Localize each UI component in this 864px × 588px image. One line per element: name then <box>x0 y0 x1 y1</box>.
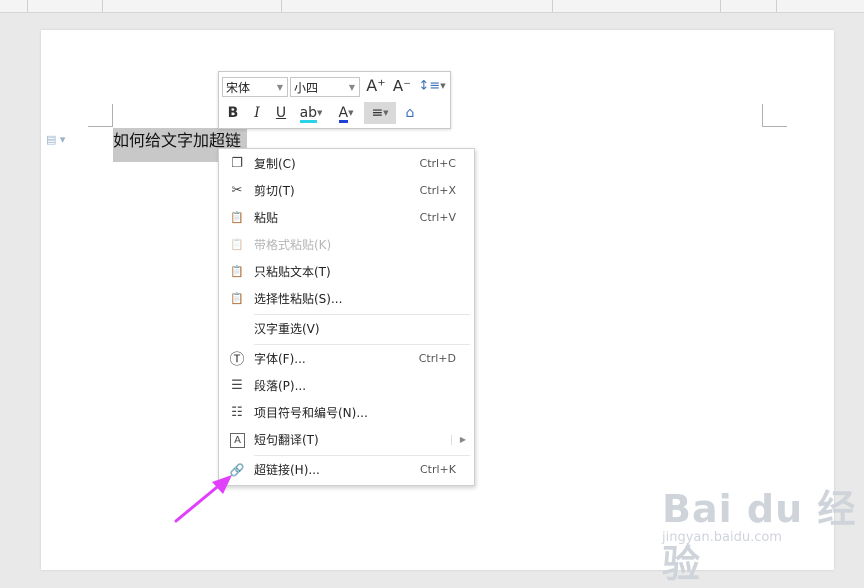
menu-item-paste-text-only[interactable]: 📋 只粘贴文本(T) <box>219 259 474 285</box>
translate-icon: A <box>230 433 245 448</box>
menu-item-bullets-numbering[interactable]: ☷ 项目符号和编号(N)... <box>219 400 474 426</box>
margin-corner-right <box>762 104 787 127</box>
font-name-value: 宋体 <box>226 81 251 95</box>
paragraph-marker-icon[interactable]: ▤ ▾ <box>46 133 65 146</box>
cut-icon: ✂ <box>231 183 243 198</box>
align-left-icon: ≡ <box>371 105 384 121</box>
highlight-button[interactable]: ab▼ <box>296 102 326 124</box>
font-name-select[interactable]: 宋体 ▼ <box>222 77 288 97</box>
menu-item-shortcut: Ctrl+X <box>419 184 456 197</box>
font-color-button[interactable]: A▼ <box>331 102 361 124</box>
shrink-font-button[interactable]: A⁻ <box>391 75 413 97</box>
line-spacing-icon: ↕≡ <box>418 78 441 94</box>
baidu-watermark: Bai du 经验 jingyan.baidu.com <box>662 478 864 588</box>
font-size-select[interactable]: 小四 ▼ <box>290 77 360 97</box>
underline-icon: U <box>275 105 287 121</box>
format-painter-button[interactable]: ⌂ <box>399 102 421 124</box>
highlight-icon: ab <box>299 105 318 123</box>
menu-item-label: 只粘贴文本(T) <box>254 265 331 279</box>
paste-text-icon: 📋 <box>230 265 244 278</box>
mini-format-toolbar: 宋体 ▼ 小四 ▼ A⁺ A⁻ ↕≡▼ B I U ab▼ A▼ ≡▼ ⌂ <box>218 71 451 129</box>
copy-icon: ❐ <box>231 156 243 171</box>
paste-format-icon: 📋 <box>230 238 244 251</box>
grow-font-icon: A⁺ <box>366 76 386 95</box>
paste-special-icon: 📋 <box>230 292 244 305</box>
menu-item-paste-special[interactable]: 📋 选择性粘贴(S)... <box>219 286 474 312</box>
menu-item-label: 选择性粘贴(S)... <box>254 292 343 306</box>
italic-button[interactable]: I <box>246 102 268 124</box>
top-ruler-strip <box>0 0 864 13</box>
menu-item-label: 带格式粘贴(K) <box>254 238 332 252</box>
underline-button[interactable]: U <box>270 102 292 124</box>
menu-item-font[interactable]: Ⓣ 字体(F)... Ctrl+D <box>219 346 474 372</box>
menu-item-label: 复制(C) <box>254 157 296 171</box>
menu-separator <box>254 314 470 315</box>
menu-item-label: 项目符号和编号(N)... <box>254 406 368 420</box>
menu-item-copy[interactable]: ❐ 复制(C) Ctrl+C <box>219 151 474 177</box>
italic-icon: I <box>254 105 260 121</box>
watermark-url: jingyan.baidu.com <box>662 530 782 545</box>
strip-divider <box>552 0 553 12</box>
bold-button[interactable]: B <box>222 102 244 124</box>
menu-item-paste-with-format: 📋 带格式粘贴(K) <box>219 232 474 258</box>
menu-item-label: 汉字重选(V) <box>254 322 320 336</box>
paste-icon: 📋 <box>230 211 244 224</box>
menu-separator <box>254 344 470 345</box>
menu-item-label: 粘贴 <box>254 211 279 225</box>
shrink-font-icon: A⁻ <box>392 77 412 95</box>
menu-item-shortcut: Ctrl+C <box>419 157 456 170</box>
font-icon: Ⓣ <box>229 350 245 368</box>
strip-divider <box>776 0 777 12</box>
menu-item-cut[interactable]: ✂ 剪切(T) Ctrl+X <box>219 178 474 204</box>
annotation-arrow <box>174 475 232 523</box>
menu-item-label: 剪切(T) <box>254 184 295 198</box>
menu-item-translate[interactable]: A 短句翻译(T) ▶ <box>219 427 474 453</box>
menu-item-paragraph[interactable]: ☰ 段落(P)... <box>219 373 474 399</box>
margin-corner-left <box>88 104 113 127</box>
bullets-icon: ☷ <box>231 405 243 420</box>
align-button[interactable]: ≡▼ <box>364 102 396 124</box>
submenu-arrow-icon: ▶ <box>459 435 466 444</box>
strip-divider <box>102 0 103 12</box>
menu-item-label: 段落(P)... <box>254 379 307 393</box>
chevron-down-icon: ▼ <box>276 83 283 92</box>
grow-font-button[interactable]: A⁺ <box>365 75 387 97</box>
line-spacing-button[interactable]: ↕≡▼ <box>417 75 447 97</box>
strip-divider <box>281 0 282 12</box>
bold-icon: B <box>227 105 239 121</box>
menu-item-reconvert[interactable]: 汉字重选(V) <box>219 316 474 342</box>
menu-item-shortcut: Ctrl+D <box>418 352 456 365</box>
menu-item-label: 超链接(H)... <box>254 463 320 477</box>
menu-item-paste[interactable]: 📋 粘贴 Ctrl+V <box>219 205 474 231</box>
strip-divider <box>27 0 28 12</box>
strip-divider <box>720 0 721 12</box>
menu-item-hyperlink[interactable]: 🔗 超链接(H)... Ctrl+K <box>219 457 474 483</box>
paragraph-icon: ☰ <box>231 378 243 393</box>
font-size-value: 小四 <box>294 81 319 95</box>
menu-item-label: 字体(F)... <box>254 352 306 366</box>
menu-item-shortcut: Ctrl+V <box>419 211 456 224</box>
format-painter-icon: ⌂ <box>405 105 415 121</box>
menu-item-label: 短句翻译(T) <box>254 433 319 447</box>
submenu-divider <box>451 435 452 445</box>
menu-item-shortcut: Ctrl+K <box>419 463 456 476</box>
context-menu: ❐ 复制(C) Ctrl+C ✂ 剪切(T) Ctrl+X 📋 粘贴 Ctrl+… <box>218 148 475 486</box>
chevron-down-icon: ▼ <box>348 83 355 92</box>
menu-separator <box>254 455 470 456</box>
font-color-icon: A <box>338 105 349 123</box>
